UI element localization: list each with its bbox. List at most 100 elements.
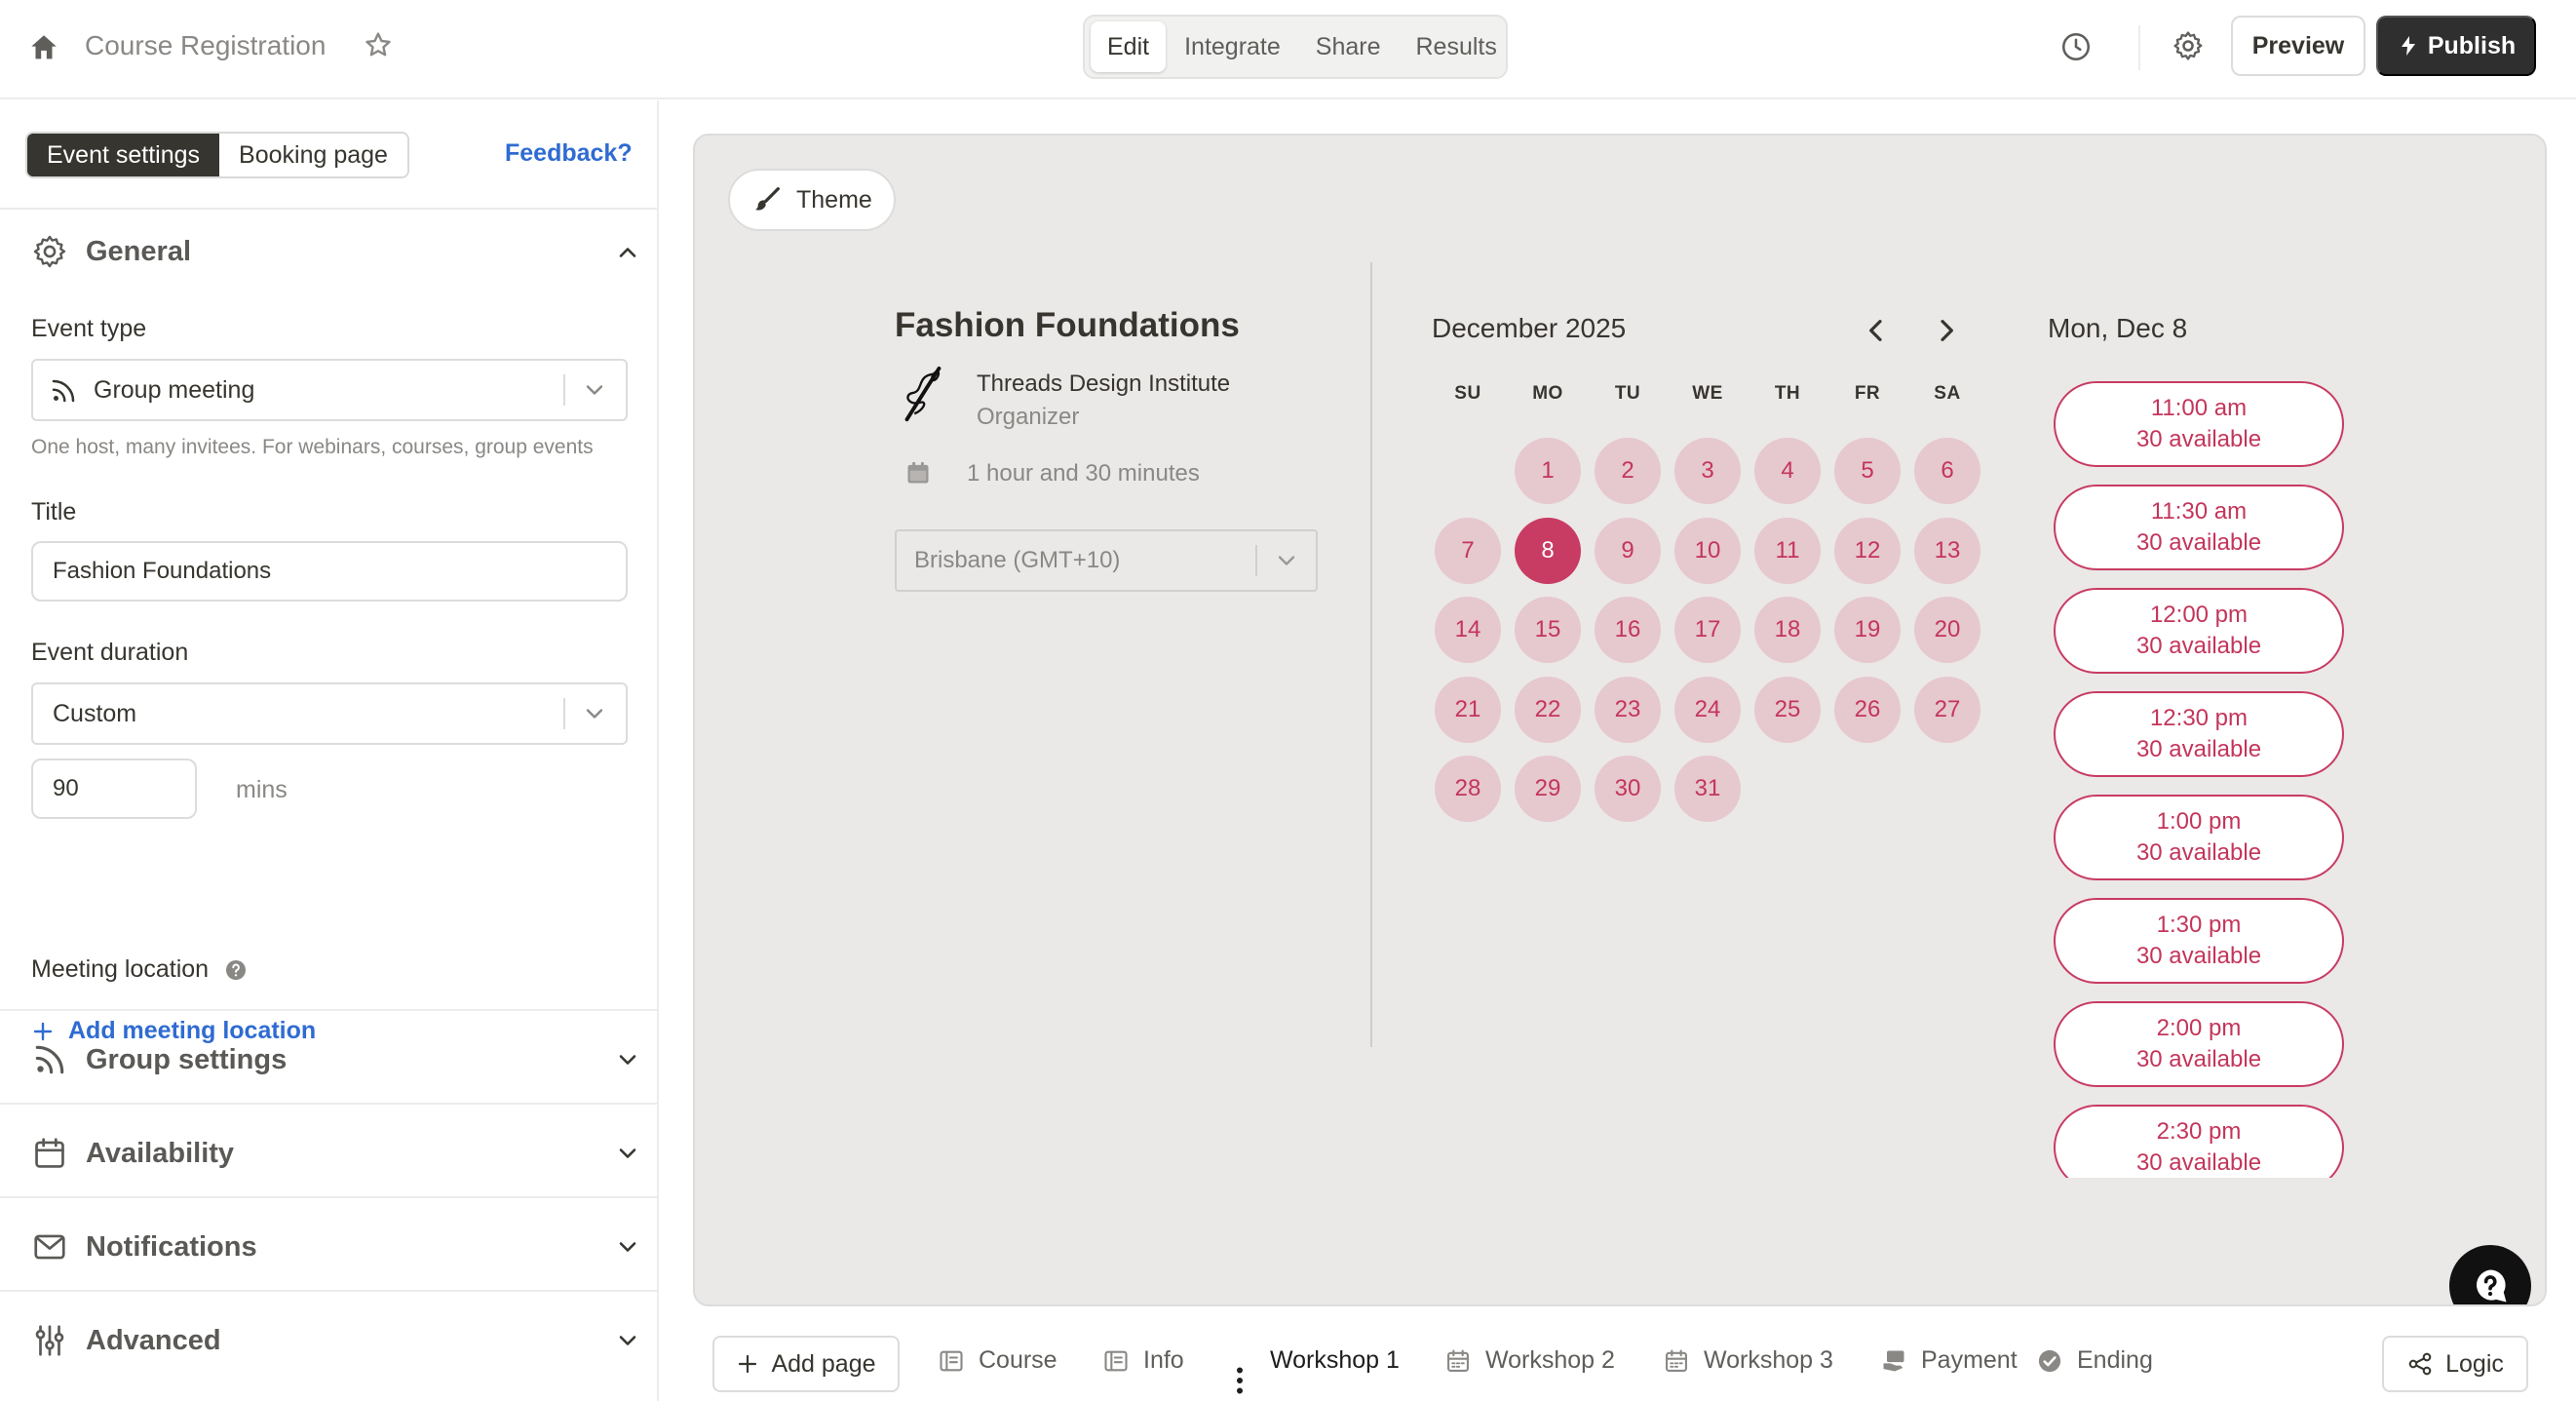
gear-icon[interactable] [2172, 29, 2205, 62]
calendar-day[interactable]: 6 [1914, 438, 1980, 504]
calendar-day[interactable]: 7 [1435, 518, 1501, 584]
calendar-day[interactable]: 19 [1834, 597, 1901, 663]
calendar-day[interactable]: 15 [1515, 597, 1581, 663]
time-slot-button[interactable]: 11:00 am 30 available [2054, 381, 2344, 467]
help-icon[interactable] [224, 958, 248, 982]
calendar-day[interactable]: 5 [1834, 438, 1901, 504]
chevron-left-icon[interactable] [1861, 315, 1892, 346]
chevron-down-icon[interactable] [614, 1046, 641, 1073]
clock-icon[interactable] [2059, 30, 2093, 63]
page-tab-label: Payment [1921, 1346, 2018, 1374]
calendar-day-selected[interactable]: 8 [1515, 518, 1581, 584]
time-slot-time: 1:30 pm [2156, 912, 2242, 938]
more-vertical-icon[interactable] [1234, 1366, 1246, 1395]
calendar-day[interactable]: 24 [1674, 677, 1741, 743]
event-settings-tab[interactable]: Event settings [27, 134, 220, 176]
advanced-section-header[interactable]: Advanced [31, 1316, 221, 1365]
tab-edit[interactable]: Edit [1091, 21, 1167, 72]
time-slot-availability: 30 available [2135, 1046, 2262, 1072]
calendar-day[interactable]: 14 [1435, 597, 1501, 663]
page-tab-workshop-3[interactable]: Workshop 3 [1663, 1346, 1833, 1375]
calendar-day[interactable]: 13 [1914, 518, 1980, 584]
calendar-day[interactable]: 21 [1435, 677, 1501, 743]
page-tab-payment[interactable]: Payment [1880, 1346, 2018, 1375]
title-input[interactable] [31, 541, 628, 602]
calendar-day[interactable]: 22 [1515, 677, 1581, 743]
chevron-right-icon[interactable] [1931, 315, 1962, 346]
calendar-day[interactable]: 25 [1754, 677, 1821, 743]
calendar-day[interactable]: 18 [1754, 597, 1821, 663]
duration-minutes-input[interactable] [31, 759, 197, 819]
home-icon[interactable] [27, 31, 60, 64]
advanced-title: Advanced [86, 1324, 221, 1356]
tab-results[interactable]: Results [1400, 21, 1514, 72]
calendar-day[interactable]: 28 [1435, 756, 1501, 822]
preview-button[interactable]: Preview [2231, 16, 2365, 76]
time-slot-button[interactable]: 11:30 am 30 available [2054, 485, 2344, 570]
calendar-icon [1447, 1348, 1469, 1372]
star-icon[interactable] [363, 29, 394, 60]
availability-section-header[interactable]: Availability [31, 1129, 234, 1178]
tab-integrate[interactable]: Integrate [1168, 21, 1297, 72]
calendar-day[interactable]: 23 [1595, 677, 1661, 743]
calendar-day[interactable]: 4 [1754, 438, 1821, 504]
chevron-down-icon[interactable] [614, 1140, 641, 1167]
calendar-day[interactable]: 11 [1754, 518, 1821, 584]
time-slot-button[interactable]: 12:00 pm 30 available [2054, 588, 2344, 674]
event-duration-select[interactable]: Custom [31, 682, 628, 745]
time-slot-button[interactable]: 1:00 pm 30 available [2054, 795, 2344, 880]
time-slot-availability: 30 available [2135, 1149, 2262, 1176]
feedback-link[interactable]: Feedback? [505, 139, 633, 168]
calendar-day[interactable]: 20 [1914, 597, 1980, 663]
publish-button[interactable]: Publish [2376, 16, 2536, 76]
timezone-select[interactable]: Brisbane (GMT+10) [895, 529, 1318, 592]
theme-button[interactable]: Theme [728, 169, 896, 231]
page-tab-info[interactable]: Info [1102, 1346, 1184, 1375]
calendar-day[interactable]: 27 [1914, 677, 1980, 743]
calendar-day[interactable]: 10 [1674, 518, 1741, 584]
calendar-day[interactable]: 1 [1515, 438, 1581, 504]
duration-unit-label: mins [236, 776, 288, 803]
notifications-section-header[interactable]: Notifications [31, 1223, 257, 1271]
help-chat-button[interactable] [2449, 1245, 2531, 1304]
rss-icon [31, 1041, 68, 1078]
weekday-label: FR [1854, 383, 1881, 404]
time-slot-time: 12:00 pm [2149, 602, 2249, 628]
time-slot-button[interactable]: 1:30 pm 30 available [2054, 898, 2344, 984]
chevron-up-icon[interactable] [614, 239, 641, 266]
calendar-day[interactable]: 30 [1595, 756, 1661, 822]
page-tab-workshop-2[interactable]: Workshop 2 [1444, 1346, 1615, 1375]
envelope-icon [31, 1228, 68, 1265]
toolbar-divider [2138, 25, 2140, 70]
event-type-select[interactable]: Group meeting [31, 359, 628, 421]
chevron-down-icon[interactable] [614, 1327, 641, 1354]
select-separator [1255, 545, 1257, 576]
add-page-button[interactable]: Add page [712, 1336, 900, 1392]
time-slot-button[interactable]: 12:30 pm 30 available [2054, 691, 2344, 777]
time-slot-button[interactable]: 2:30 pm 30 available [2054, 1105, 2344, 1178]
group-settings-section-header[interactable]: Group settings [31, 1035, 287, 1084]
organizer-role: Organizer [977, 404, 1080, 430]
calendar-day[interactable]: 26 [1834, 677, 1901, 743]
calendar-day[interactable]: 16 [1595, 597, 1661, 663]
calendar-day[interactable]: 12 [1834, 518, 1901, 584]
logic-button[interactable]: Logic [2382, 1336, 2528, 1392]
calendar-day[interactable]: 17 [1674, 597, 1741, 663]
general-section-header[interactable]: General [31, 227, 191, 276]
page-tab-label: Course [979, 1346, 1057, 1374]
calendar-day[interactable]: 31 [1674, 756, 1741, 822]
booking-page-tab[interactable]: Booking page [219, 134, 407, 176]
calendar-day[interactable]: 2 [1595, 438, 1661, 504]
chevron-down-icon [581, 376, 608, 404]
divider [0, 208, 657, 210]
tab-share[interactable]: Share [1299, 21, 1398, 72]
calendar-day[interactable]: 3 [1674, 438, 1741, 504]
calendar-day[interactable]: 29 [1515, 756, 1581, 822]
check-circle-icon [2038, 1349, 2061, 1372]
page-tab-workshop-1[interactable]: Workshop 1 [1270, 1346, 1400, 1375]
calendar-day[interactable]: 9 [1595, 518, 1661, 584]
time-slot-button[interactable]: 2:00 pm 30 available [2054, 1001, 2344, 1087]
page-tab-ending[interactable]: Ending [2036, 1346, 2153, 1375]
chevron-down-icon[interactable] [614, 1233, 641, 1261]
page-tab-course[interactable]: Course [938, 1346, 1057, 1375]
